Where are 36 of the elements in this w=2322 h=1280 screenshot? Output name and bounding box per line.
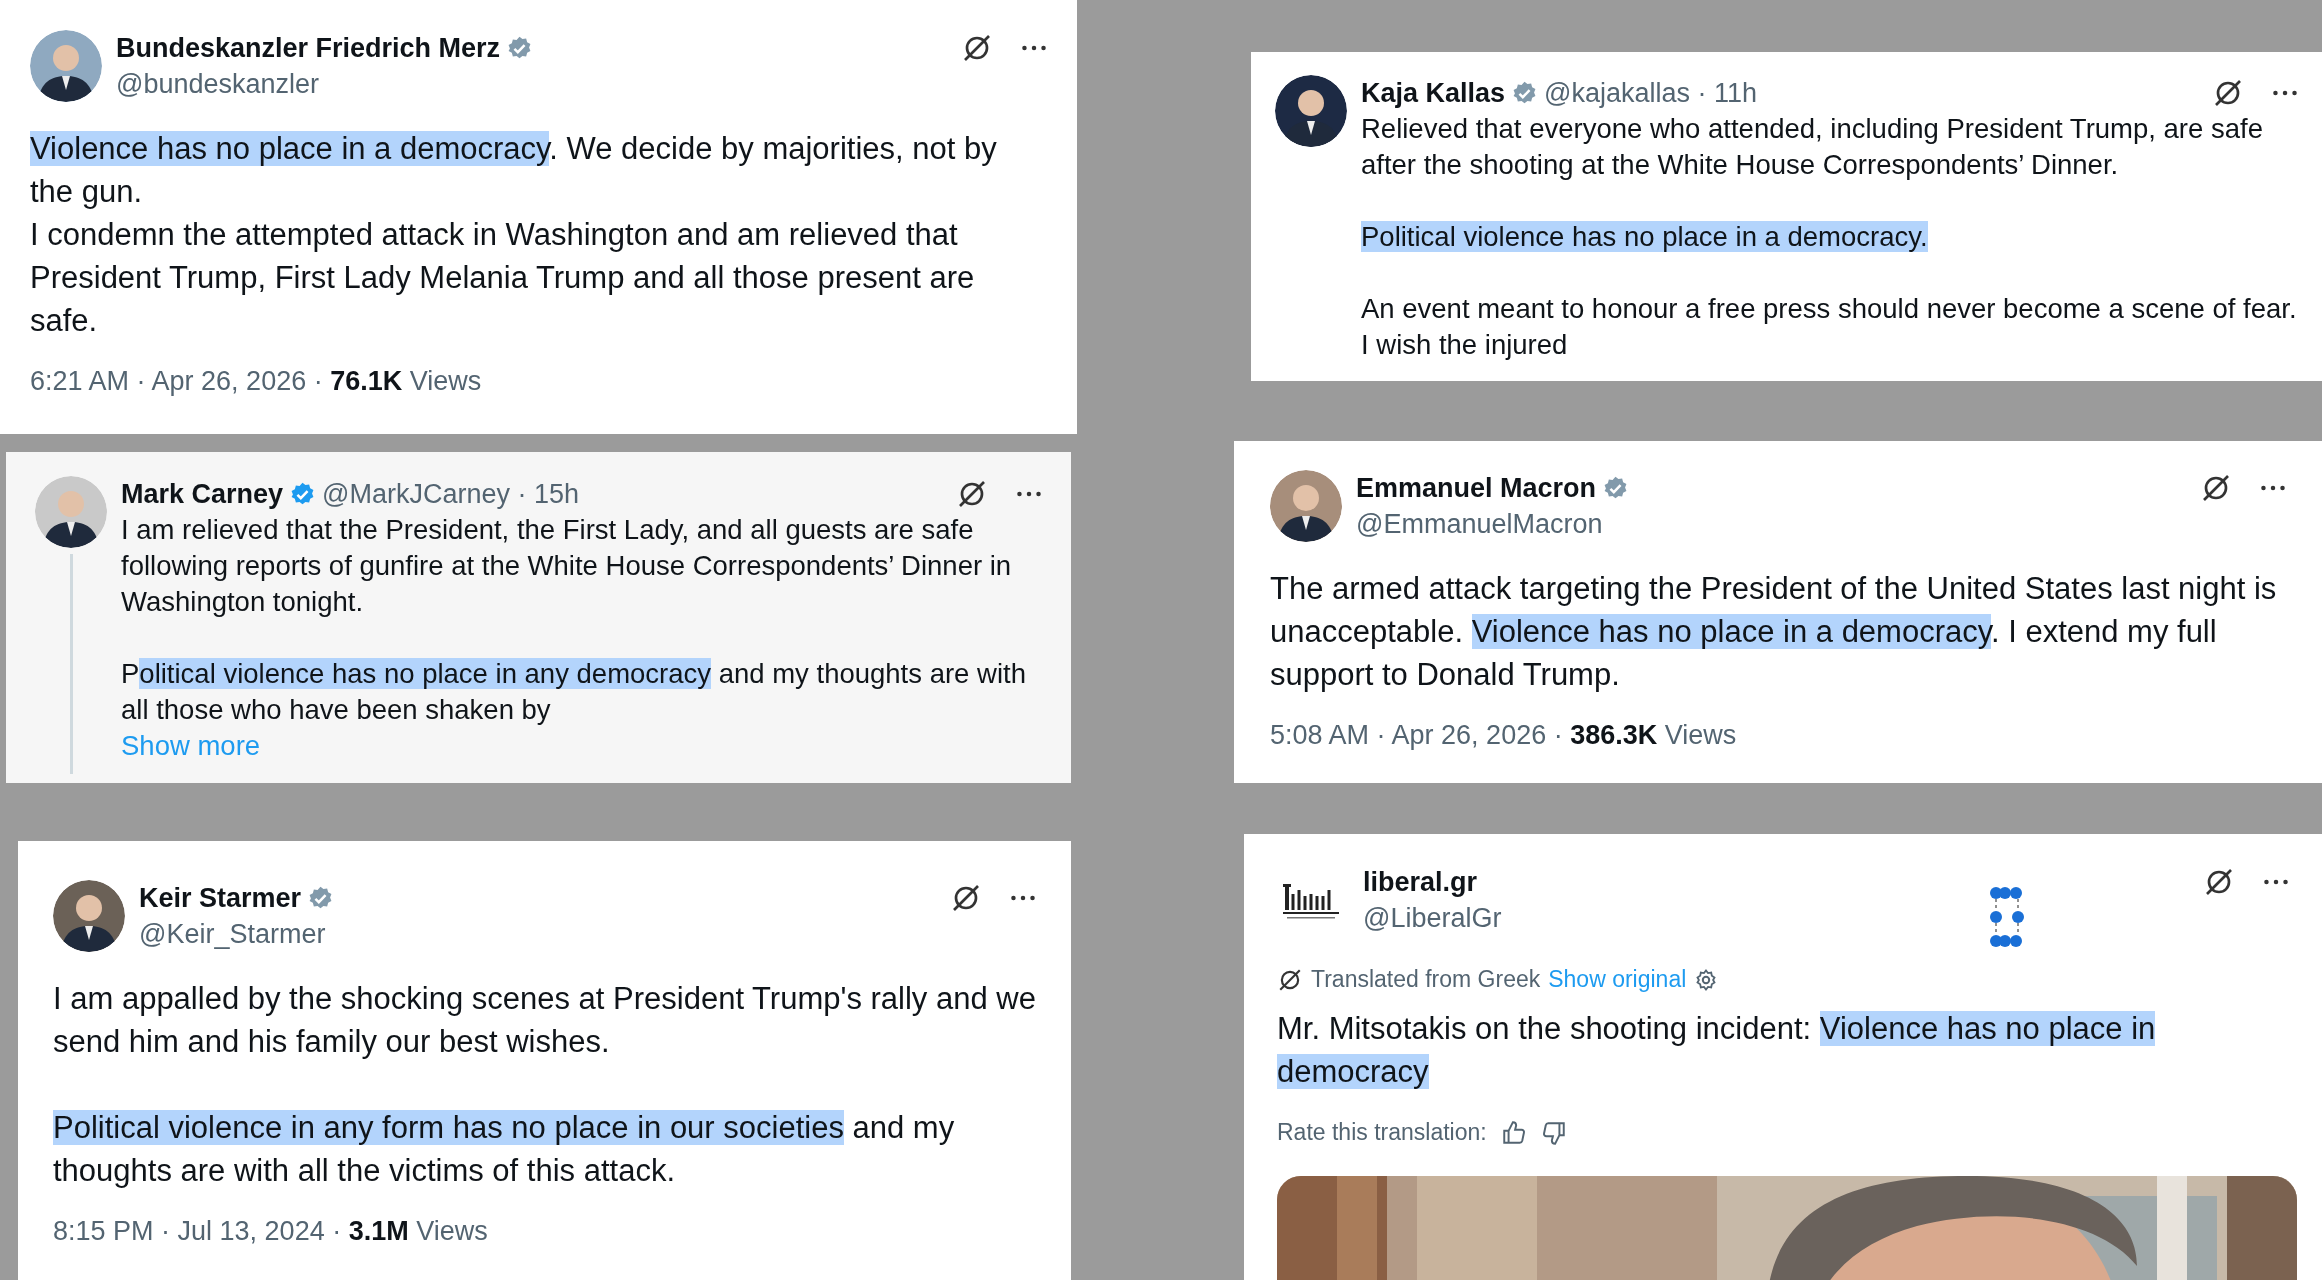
author-name[interactable]: Keir Starmer	[139, 880, 302, 916]
post-text: Relieved that everyone who attended, including President Trump, are safe after the shooting at the White House Correspondents’ Dinner.	[1361, 112, 2264, 182]
thumbs-up-icon[interactable]	[1500, 1119, 1527, 1146]
post-meta: 6:21 AM · Apr 26, 2026 · 76.1K Views	[30, 366, 483, 397]
settings-icon[interactable]	[1694, 967, 1719, 992]
author-handle[interactable]: @Keir_Starmer	[139, 916, 936, 952]
post-text: Political violence has no place in any democracy and my thoughts are with all those who have been shaken by	[121, 657, 1027, 727]
post-meta: 8:15 PM · Jul 13, 2024 · 3.1M Views	[53, 1216, 489, 1247]
author-name[interactable]: Bundeskanzler Friedrich Merz	[116, 30, 501, 66]
post-meta: 5:08 AM · Apr 26, 2026 · 386.3K Views	[1270, 720, 1738, 751]
more-icon[interactable]	[1010, 894, 1036, 902]
rate-label: Rate this translation:	[1277, 1119, 1487, 1146]
more-icon[interactable]	[2263, 878, 2289, 886]
post-text: Mr. Mitsotakis on the shooting incident: Violence has no place in democracy	[1277, 1010, 2157, 1091]
author-handle[interactable]: @kajakallas · 11h	[1544, 75, 1758, 111]
author-handle[interactable]: @MarkJCarney · 15h	[322, 476, 580, 512]
post-text: Political violence in any form has no place in our societies and my thoughts are with all the victims of this attack.	[53, 1109, 956, 1190]
more-icon[interactable]	[1016, 490, 1042, 498]
more-icon[interactable]	[2260, 484, 2286, 492]
author-name[interactable]: Emmanuel Macron	[1356, 470, 1597, 506]
author-name[interactable]: liberal.gr	[1363, 864, 1478, 900]
post-text: An event meant to honour a free press should never become a scene of fear. I wish the injured	[1361, 292, 2298, 362]
thumbs-down-icon[interactable]	[1540, 1119, 1567, 1146]
more-icon[interactable]	[1021, 44, 1047, 52]
post-text: The armed attack targeting the President of the United States last night is unacceptable. Violence has no place in a democracy. I extend my full support to Donald Trump.	[1270, 570, 2278, 694]
author-name[interactable]: Mark Carney	[121, 476, 284, 512]
author-handle[interactable]: @bundeskanzler	[116, 66, 947, 102]
post-text: I am appalled by the shocking scenes at President Trump's rally and we send him and his family our best wishes.	[53, 980, 1036, 1061]
more-icon[interactable]	[2272, 89, 2298, 97]
post-text: Violence has no place in a democracy. We decide by majorities, not by the gun. I condemn the attempted attack in Washington and am relieved that President Trump, First Lady Melania Trump and all those present are safe.	[30, 130, 998, 340]
author-handle[interactable]: @EmmanuelMacron	[1356, 506, 2186, 542]
post-text: Political violence has no place in a democracy.	[1361, 220, 1929, 254]
post-text: I am relieved that the President, the First Lady, and all guests are safe following reports of gunfire at the White House Correspondents’ Dinner in Washington tonight.	[121, 513, 1013, 619]
author-name[interactable]: Kaja Kallas	[1361, 75, 1506, 111]
translation-note: Translated from Greek	[1311, 966, 1541, 993]
author-handle[interactable]: @LiberalGr	[1363, 900, 2189, 936]
